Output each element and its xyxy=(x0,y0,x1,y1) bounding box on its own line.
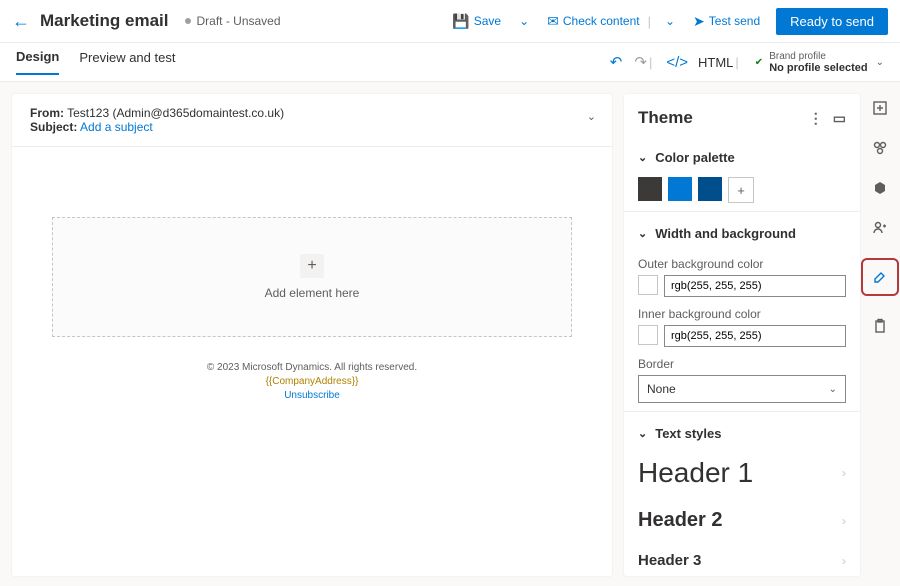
save-dropdown[interactable]: ⌄ xyxy=(513,10,535,32)
rail-clipboard-icon[interactable] xyxy=(870,316,890,336)
section-color-palette[interactable]: ⌄Color palette xyxy=(638,144,846,171)
page-title: Marketing email xyxy=(40,11,169,31)
unsubscribe-link[interactable]: Unsubscribe xyxy=(12,389,612,403)
html-button[interactable]: HTML xyxy=(698,55,733,70)
text-style-h3[interactable]: Header 3› xyxy=(638,542,846,576)
tab-design[interactable]: Design xyxy=(16,49,59,75)
chevron-right-icon: › xyxy=(842,514,846,528)
chevron-down-icon: ⌄ xyxy=(829,384,837,395)
save-icon: 💾 xyxy=(452,13,469,30)
chevron-right-icon: › xyxy=(842,554,846,568)
text-style-h1[interactable]: Header 1› xyxy=(638,447,846,499)
check-dropdown[interactable]: ⌄ xyxy=(659,10,681,32)
add-color-button[interactable]: + xyxy=(728,177,754,203)
sub-header: Design Preview and test ↶ ↷ | </> HTML |… xyxy=(0,43,900,82)
chevron-right-icon: › xyxy=(842,466,846,480)
panel-title: Theme xyxy=(638,108,693,128)
test-send-button[interactable]: ➤Test send xyxy=(687,9,766,34)
more-icon[interactable]: ⋮ xyxy=(809,110,823,127)
save-button[interactable]: 💾Save xyxy=(446,9,507,34)
chevron-down-icon: ⌄ xyxy=(876,57,884,68)
undo-icon[interactable]: ↶ xyxy=(610,53,623,71)
border-select[interactable]: None⌄ xyxy=(638,375,846,403)
status-dot xyxy=(185,18,191,24)
check-content-button[interactable]: ✉Check content xyxy=(541,9,645,34)
email-footer: © 2023 Microsoft Dynamics. All rights re… xyxy=(12,361,612,403)
color-swatch-2[interactable] xyxy=(668,177,692,201)
status-text: Draft - Unsaved xyxy=(197,14,281,28)
outer-color-box[interactable] xyxy=(638,275,658,295)
chevron-down-icon: ⌄ xyxy=(638,427,647,440)
rail-settings-icon[interactable] xyxy=(870,178,890,198)
text-style-h2[interactable]: Header 2› xyxy=(638,499,846,542)
email-header-fields: From: Test123 (Admin@d365domaintest.co.u… xyxy=(12,94,612,147)
outer-color-input[interactable] xyxy=(664,275,846,297)
email-canvas: From: Test123 (Admin@d365domaintest.co.u… xyxy=(12,94,612,576)
rail-theme-icon[interactable] xyxy=(861,258,899,296)
rail-add-icon[interactable] xyxy=(870,98,890,118)
tab-preview[interactable]: Preview and test xyxy=(79,50,175,74)
section-text-styles[interactable]: ⌄Text styles xyxy=(638,420,846,447)
right-rail xyxy=(860,82,900,586)
color-swatch-3[interactable] xyxy=(698,177,722,201)
rail-personalize-icon[interactable] xyxy=(870,218,890,238)
ready-to-send-button[interactable]: Ready to send xyxy=(776,8,888,35)
company-address-token: {{CompanyAddress}} xyxy=(12,375,612,389)
plus-icon: + xyxy=(300,254,324,278)
section-width-background[interactable]: ⌄Width and background xyxy=(638,220,846,247)
collapse-icon[interactable]: ⌄ xyxy=(587,110,596,123)
inner-color-box[interactable] xyxy=(638,325,658,345)
inner-color-input[interactable] xyxy=(664,325,846,347)
color-swatch-1[interactable] xyxy=(638,177,662,201)
send-icon: ➤ xyxy=(693,13,705,30)
check-shield-icon: ✔ xyxy=(755,57,763,68)
code-icon[interactable]: </> xyxy=(666,54,688,71)
mail-check-icon: ✉ xyxy=(547,13,559,30)
chevron-down-icon: ⌄ xyxy=(638,227,647,240)
app-header: ← Marketing email Draft - Unsaved 💾Save … xyxy=(0,0,900,43)
add-element-dropzone[interactable]: + Add element here xyxy=(52,217,572,337)
redo-icon[interactable]: ↷ xyxy=(634,53,647,71)
theme-panel: Theme ⋮ ▭ ⌄Color palette + ⌄Width and ba… xyxy=(624,94,860,576)
brand-profile-selector[interactable]: ✔ Brand profileNo profile selected ⌄ xyxy=(755,51,884,74)
from-value: Test123 (Admin@d365domaintest.co.uk) xyxy=(67,106,284,120)
chevron-down-icon: ⌄ xyxy=(638,151,647,164)
rail-elements-icon[interactable] xyxy=(870,138,890,158)
back-icon[interactable]: ← xyxy=(12,11,30,32)
add-subject-link[interactable]: Add a subject xyxy=(80,120,153,134)
fullscreen-icon[interactable]: ▭ xyxy=(833,110,846,127)
